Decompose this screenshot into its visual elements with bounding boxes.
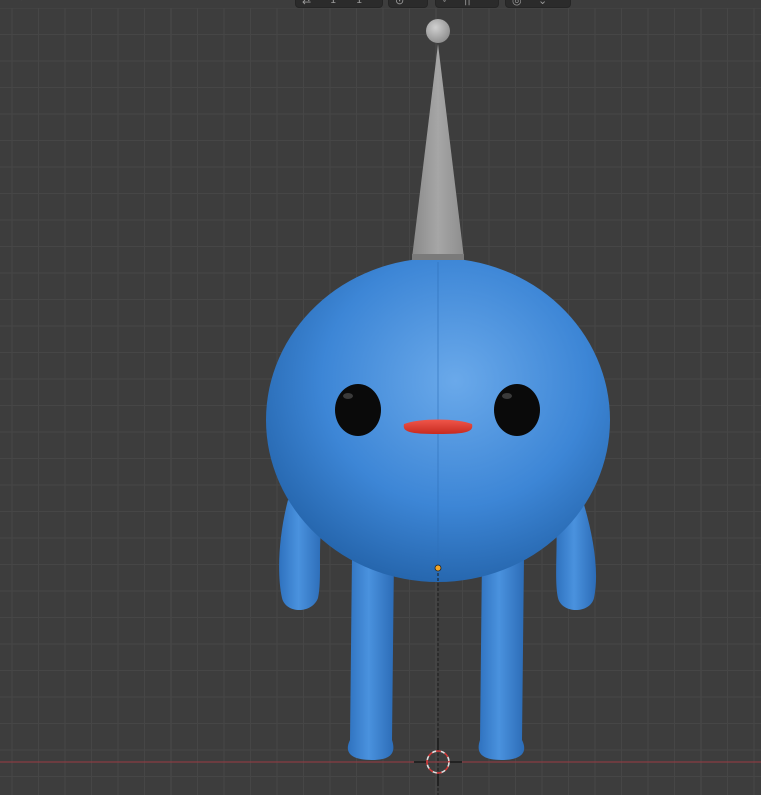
hat-cone[interactable]	[412, 44, 464, 258]
hat-ball[interactable]	[426, 19, 450, 43]
transform-orientation-icon: ⇄	[302, 0, 312, 7]
transform-value-a: 1	[330, 0, 337, 6]
snap-toggle[interactable]: ⌖ ||	[435, 0, 499, 8]
collapse-arrow-icon[interactable]: ‹	[18, 0, 22, 4]
snap-icon: ⌖	[442, 0, 448, 6]
snap-value: ||	[464, 0, 471, 6]
viewport-scene[interactable]	[0, 0, 761, 795]
hat-base	[412, 254, 464, 260]
proportional-editing-toggle[interactable]: ◎ ⌄	[505, 0, 571, 8]
transform-orientation-dropdown[interactable]: ⇄ 1 1	[295, 0, 383, 8]
viewport-header: ‹ ⇄ 1 1 ⊙ ⌖ || ◎ ⌄	[0, 0, 761, 8]
mouth[interactable]	[403, 419, 473, 435]
right-leg[interactable]	[478, 556, 525, 760]
3d-viewport[interactable]: ‹ ⇄ 1 1 ⊙ ⌖ || ◎ ⌄	[0, 0, 761, 795]
pivot-point-dropdown[interactable]: ⊙	[388, 0, 428, 8]
left-eye[interactable]	[335, 384, 381, 436]
pivot-icon: ⊙	[395, 0, 405, 7]
object-origin-icon[interactable]	[434, 564, 442, 572]
left-leg[interactable]	[347, 556, 394, 760]
dropdown-arrow-icon: ⌄	[538, 0, 548, 7]
right-eye-highlight	[502, 393, 512, 399]
left-eye-highlight	[343, 393, 353, 399]
transform-value-b: 1	[356, 0, 363, 6]
proportional-editing-icon: ◎	[512, 0, 522, 7]
right-eye[interactable]	[494, 384, 540, 436]
